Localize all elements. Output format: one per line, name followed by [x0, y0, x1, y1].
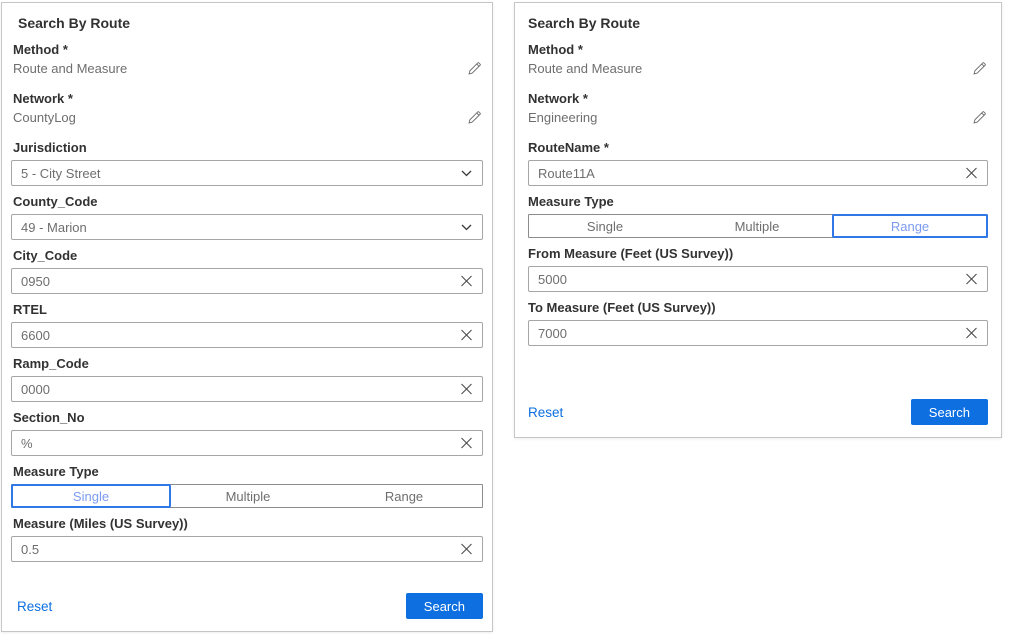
select-input[interactable]: 49 - Marion — [11, 214, 483, 240]
segment-option-range[interactable]: Range — [832, 214, 988, 238]
panel-footer: Reset Search — [528, 399, 988, 425]
static-field: Method * Route and Measure — [11, 41, 483, 78]
field-group: Jurisdiction 5 - City Street — [11, 139, 483, 186]
static-field-row: CountyLog — [13, 108, 483, 127]
text-input[interactable] — [11, 430, 483, 456]
static-field-row: Engineering — [528, 108, 988, 127]
pencil-icon[interactable] — [466, 60, 483, 77]
panel-title: Search By Route — [11, 13, 483, 33]
segmented-control: SingleMultipleRange — [528, 214, 988, 238]
text-field — [11, 322, 483, 348]
text-field — [11, 376, 483, 402]
clear-x-icon[interactable] — [963, 325, 980, 342]
field-label: To Measure (Feet (US Survey)) — [528, 299, 988, 317]
field-label: RouteName * — [528, 139, 988, 157]
segment-option-multiple[interactable]: Multiple — [170, 485, 326, 507]
spacer — [528, 353, 988, 399]
search-panel-right: Search By Route Method * Route and Measure… — [514, 2, 1002, 438]
field-label: Ramp_Code — [11, 355, 483, 373]
field-group: From Measure (Feet (US Survey)) — [528, 245, 988, 292]
static-field-value: Engineering — [528, 110, 597, 125]
text-input[interactable] — [528, 320, 988, 346]
field-label: Section_No — [11, 409, 483, 427]
text-field — [11, 268, 483, 294]
chevron-down-icon — [461, 170, 472, 177]
segment-option-single[interactable]: Single — [529, 215, 681, 237]
text-input[interactable] — [11, 268, 483, 294]
spacer — [11, 569, 483, 593]
segment-option-multiple[interactable]: Multiple — [681, 215, 833, 237]
search-button[interactable]: Search — [911, 399, 988, 425]
field-label: Measure (Miles (US Survey)) — [11, 515, 483, 533]
chevron-down-icon — [461, 224, 472, 231]
pencil-icon[interactable] — [466, 109, 483, 126]
text-input[interactable] — [11, 376, 483, 402]
text-field — [528, 266, 988, 292]
clear-x-icon[interactable] — [963, 165, 980, 182]
static-field-value: Route and Measure — [13, 61, 127, 76]
field-label: Jurisdiction — [11, 139, 483, 157]
panel-title: Search By Route — [528, 13, 988, 33]
field-group: City_Code — [11, 247, 483, 294]
field-group: Measure Type SingleMultipleRange — [528, 193, 988, 238]
static-field-value: CountyLog — [13, 110, 76, 125]
field-group: Section_No — [11, 409, 483, 456]
text-input[interactable] — [11, 322, 483, 348]
field-label: Measure Type — [11, 463, 483, 481]
static-field-label: Network * — [13, 90, 483, 108]
segment-option-range[interactable]: Range — [326, 485, 482, 507]
static-field: Network * Engineering — [528, 90, 988, 127]
field-group: Measure Type SingleMultipleRange — [11, 463, 483, 508]
field-group: RTEL — [11, 301, 483, 348]
clear-x-icon[interactable] — [458, 381, 475, 398]
text-field — [11, 430, 483, 456]
static-field-value: Route and Measure — [528, 61, 642, 76]
field-group: RouteName * — [528, 139, 988, 186]
text-input[interactable] — [528, 266, 988, 292]
field-label: Measure Type — [528, 193, 988, 211]
reset-link[interactable]: Reset — [528, 405, 563, 420]
text-field — [528, 160, 988, 186]
search-panel-left: Search By Route Method * Route and Measure… — [1, 2, 493, 632]
select-value: 49 - Marion — [21, 220, 87, 235]
select-value: 5 - City Street — [21, 166, 100, 181]
field-label: City_Code — [11, 247, 483, 265]
static-field-label: Network * — [528, 90, 988, 108]
clear-x-icon[interactable] — [963, 271, 980, 288]
select-input[interactable]: 5 - City Street — [11, 160, 483, 186]
field-group: To Measure (Feet (US Survey)) — [528, 299, 988, 346]
static-field-row: Route and Measure — [13, 59, 483, 78]
clear-x-icon[interactable] — [458, 327, 475, 344]
field-group: County_Code 49 - Marion — [11, 193, 483, 240]
pencil-icon[interactable] — [971, 60, 988, 77]
field-label: RTEL — [11, 301, 483, 319]
panel-footer: Reset Search — [11, 593, 483, 619]
text-input[interactable] — [528, 160, 988, 186]
static-field: Method * Route and Measure — [528, 41, 988, 78]
field-label: From Measure (Feet (US Survey)) — [528, 245, 988, 263]
static-field: Network * CountyLog — [11, 90, 483, 127]
field-group: Measure (Miles (US Survey)) — [11, 515, 483, 562]
field-group: Ramp_Code — [11, 355, 483, 402]
segment-option-single[interactable]: Single — [11, 484, 171, 508]
clear-x-icon[interactable] — [458, 435, 475, 452]
segmented-control: SingleMultipleRange — [11, 484, 483, 508]
pencil-icon[interactable] — [971, 109, 988, 126]
text-field — [528, 320, 988, 346]
text-input[interactable] — [11, 536, 483, 562]
reset-link[interactable]: Reset — [17, 599, 52, 614]
clear-x-icon[interactable] — [458, 273, 475, 290]
search-button[interactable]: Search — [406, 593, 483, 619]
clear-x-icon[interactable] — [458, 541, 475, 558]
field-label: County_Code — [11, 193, 483, 211]
static-field-label: Method * — [528, 41, 988, 59]
text-field — [11, 536, 483, 562]
static-field-label: Method * — [13, 41, 483, 59]
static-field-row: Route and Measure — [528, 59, 988, 78]
